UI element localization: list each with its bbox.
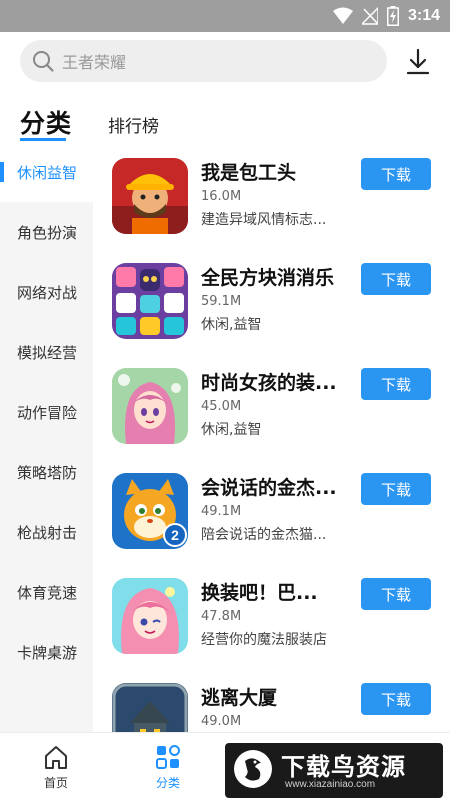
app-size: 47.8M (201, 609, 242, 624)
sidebar-item-label: 卡牌桌游 (17, 643, 78, 662)
app-name: 我是包工头 (201, 162, 297, 184)
download-button[interactable]: 下载 (361, 683, 431, 715)
list-item[interactable]: 全民方块消消乐 59.1M 休闲,益智 下载 (93, 247, 450, 352)
category-sidebar: 休闲益智 角色扮演 网络对战 模拟经营 动作冒险 策略塔防 枪战射击 体育竞速 … (0, 142, 93, 732)
list-item[interactable]: 换装吧！巴... 47.8M 经营你的魔法服装店 下载 (93, 562, 450, 667)
battery-charging-icon (386, 6, 399, 26)
sidebar-item-label: 动作冒险 (17, 403, 78, 422)
download-button[interactable]: 下载 (361, 158, 431, 190)
sidebar-item-casual-puzzle[interactable]: 休闲益智 (0, 142, 93, 202)
app-description: 休闲,益智 (201, 422, 262, 438)
app-name: 时尚女孩的装... (201, 372, 337, 394)
status-bar: 3:14 (0, 0, 450, 32)
app-name: 全民方块消消乐 (201, 267, 335, 289)
sidebar-item-label: 体育竞速 (17, 583, 78, 602)
app-size: 45.0M (201, 399, 242, 414)
wifi-icon (332, 7, 353, 24)
sidebar-item-simulation[interactable]: 模拟经营 (0, 322, 93, 382)
status-icons: 3:14 (332, 6, 440, 26)
list-item[interactable]: 我是包工头 16.0M 建造异域风情标志... 下载 (93, 142, 450, 247)
sidebar-item-online-battle[interactable]: 网络对战 (0, 262, 93, 322)
app-description: 休闲,益智 (201, 317, 262, 333)
sidebar-item-strategy[interactable]: 策略塔防 (0, 442, 93, 502)
page-title: 分类 (20, 109, 73, 138)
sidebar-item-role-playing[interactable]: 角色扮演 (0, 202, 93, 262)
category-icon (156, 745, 180, 769)
bird-logo-icon (234, 750, 272, 788)
app-name: 换装吧！巴... (201, 582, 318, 604)
app-size: 49.0M (201, 714, 242, 729)
dressup-girl-icon (112, 578, 188, 654)
nav-home[interactable]: 首页 (16, 733, 96, 800)
home-icon (45, 746, 67, 769)
builder-game-icon (112, 158, 188, 234)
download-button[interactable]: 下载 (361, 473, 431, 505)
list-item[interactable]: 逃离大厦 49.0M 下载 (93, 667, 450, 732)
active-indicator (0, 162, 4, 182)
nav-category[interactable]: 分类 (128, 733, 208, 800)
mansion-escape-icon (112, 683, 188, 732)
download-button[interactable]: 下载 (361, 263, 431, 295)
app-description: 建造异域风情标志... (201, 212, 327, 228)
block-puzzle-icon (112, 263, 188, 339)
download-button[interactable]: 下载 (361, 578, 431, 610)
download-manager-icon[interactable] (403, 47, 433, 77)
list-item[interactable]: 时尚女孩的装... 45.0M 休闲,益智 下载 (93, 352, 450, 457)
app-size: 59.1M (201, 294, 242, 309)
sidebar-item-label: 网络对战 (17, 283, 78, 302)
talking-cat-icon: 2 (112, 473, 188, 549)
app-size: 16.0M (201, 189, 242, 204)
watermark-title: 下载鸟资源 (281, 753, 406, 781)
sidebar-item-label: 休闲益智 (17, 163, 78, 182)
nav-label: 分类 (155, 776, 180, 790)
sidebar-item-shooter[interactable]: 枪战射击 (0, 502, 93, 562)
app-name: 会说话的金杰... (201, 477, 337, 499)
ranking-header: 排行榜 (108, 117, 159, 137)
app-description: 陪会说话的金杰猫... (201, 527, 327, 543)
sidebar-item-label: 模拟经营 (17, 343, 78, 362)
nav-label: 首页 (43, 776, 68, 790)
sidebar-item-action-adventure[interactable]: 动作冒险 (0, 382, 93, 442)
search-placeholder: 王者荣耀 (62, 53, 127, 72)
search-icon (33, 51, 54, 72)
watermark-url: www.xiazainiao.com (285, 779, 376, 790)
sidebar-item-label: 策略塔防 (17, 463, 78, 482)
app-description: 经营你的魔法服装店 (201, 632, 327, 648)
sidebar-item-label: 角色扮演 (17, 223, 78, 242)
sidebar-item-card-board[interactable]: 卡牌桌游 (0, 622, 93, 682)
fashion-girl-icon (112, 368, 188, 444)
sidebar-item-sports-racing[interactable]: 体育竞速 (0, 562, 93, 622)
app-size: 49.1M (201, 504, 242, 519)
sidebar-item-label: 枪战射击 (17, 523, 78, 542)
status-time: 3:14 (407, 7, 440, 24)
app-name: 逃离大厦 (201, 687, 278, 709)
watermark: 下载鸟资源 www.xiazainiao.com (225, 743, 443, 798)
title-underline (20, 138, 66, 141)
svg-text:2: 2 (171, 527, 179, 543)
list-item[interactable]: 2 会说话的金杰... 49.1M 陪会说话的金杰猫... 下载 (93, 457, 450, 562)
app-ranking-list: 我是包工头 16.0M 建造异域风情标志... 下载 全民方块消消乐 59.1M… (93, 142, 450, 732)
signal-icon (361, 7, 378, 25)
search-input[interactable]: 王者荣耀 (20, 40, 387, 82)
download-button[interactable]: 下载 (361, 368, 431, 400)
